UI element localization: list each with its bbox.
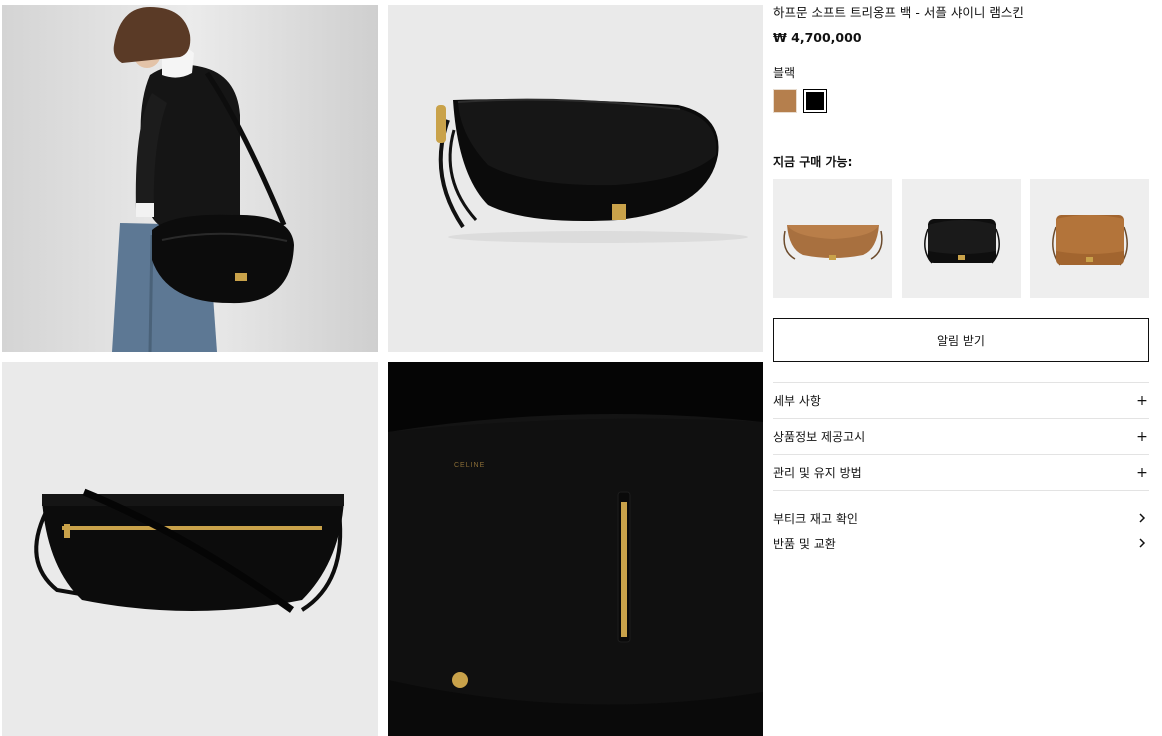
color-swatch-tan[interactable] xyxy=(773,89,797,113)
accordion-divider xyxy=(773,490,1149,491)
availability-heading: 지금 구매 가능: xyxy=(773,155,853,169)
plus-icon: + xyxy=(1136,392,1148,409)
link-returns-exchanges-label: 반품 및 교환 xyxy=(773,536,836,551)
link-returns-exchanges[interactable]: 반품 및 교환 xyxy=(773,533,1149,553)
product-gallery: CELINE xyxy=(0,0,764,736)
accordion-care-label: 관리 및 유지 방법 xyxy=(773,466,862,480)
link-boutique-stock-label: 부티크 재고 확인 xyxy=(773,511,858,526)
notify-me-button[interactable]: 알림 받기 xyxy=(773,318,1149,362)
related-product-tan-halfmoon[interactable] xyxy=(773,179,892,298)
product-price: ₩ 4,700,000 xyxy=(773,30,862,45)
related-product-tan-flap[interactable] xyxy=(1030,179,1149,298)
selected-color-name: 블랙 xyxy=(773,66,796,80)
gallery-image-back[interactable] xyxy=(2,362,378,736)
accordion-product-notice[interactable]: 상품정보 제공고시 + xyxy=(773,418,1149,454)
gallery-image-side[interactable] xyxy=(388,5,763,352)
color-swatch-black[interactable] xyxy=(803,89,827,113)
accordion-details[interactable]: 세부 사항 + xyxy=(773,382,1149,418)
product-info-panel: 하프문 소프트 트리옹프 백 - 서플 샤이니 램스킨 ₩ 4,700,000 … xyxy=(773,0,1149,736)
related-product-black-flap[interactable] xyxy=(902,179,1021,298)
plus-icon: + xyxy=(1136,428,1148,445)
accordion-details-label: 세부 사항 xyxy=(773,394,821,408)
product-title: 하프문 소프트 트리옹프 백 - 서플 샤이니 램스킨 xyxy=(773,5,1024,20)
chevron-right-icon xyxy=(1139,538,1146,548)
gallery-image-interior[interactable]: CELINE xyxy=(388,362,763,736)
accordion-product-notice-label: 상품정보 제공고시 xyxy=(773,430,866,444)
plus-icon: + xyxy=(1136,464,1148,481)
gallery-image-model[interactable] xyxy=(2,5,378,352)
brand-stamp: CELINE xyxy=(454,462,485,469)
link-boutique-stock[interactable]: 부티크 재고 확인 xyxy=(773,508,1149,528)
accordion-care[interactable]: 관리 및 유지 방법 + xyxy=(773,454,1149,490)
chevron-right-icon xyxy=(1139,513,1146,523)
